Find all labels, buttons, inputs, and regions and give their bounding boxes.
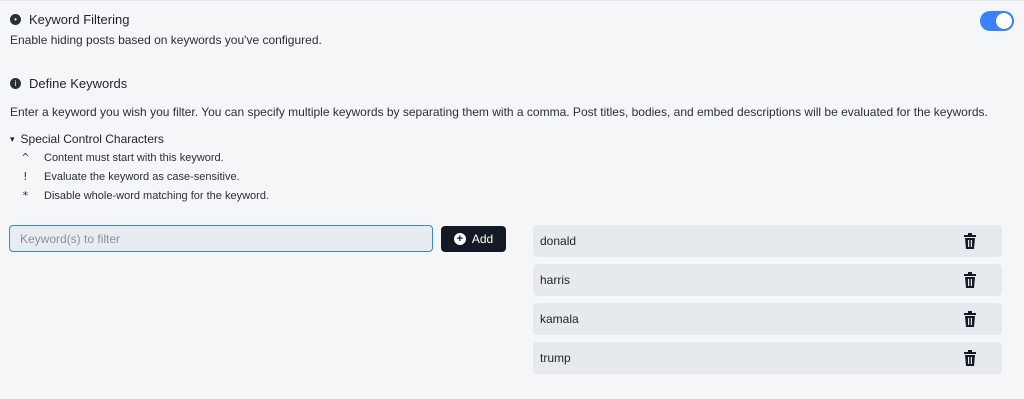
define-keywords-title: Define Keywords (29, 76, 128, 91)
keyword-filtering-section: • Keyword Filtering Enable hiding posts … (10, 12, 322, 47)
info-icon: • (10, 14, 21, 25)
top-divider (0, 0, 1024, 5)
toggle-knob (996, 13, 1012, 29)
special-char-row: * Disable whole-word matching for the ke… (20, 186, 1014, 205)
define-keywords-description: Enter a keyword you wish you filter. You… (10, 105, 988, 119)
keyword-filtering-title: Keyword Filtering (29, 12, 130, 27)
keyword-item: harris (533, 264, 1002, 296)
special-char-text: Evaluate the keyword as case-sensitive. (44, 170, 240, 183)
add-keyword-button[interactable]: + Add (441, 226, 506, 252)
special-char-row: ! Evaluate the keyword as case-sensitive… (20, 167, 1014, 186)
keyword-filtering-description: Enable hiding posts based on keywords yo… (10, 33, 322, 47)
keyword-input[interactable] (9, 225, 433, 252)
define-keywords-section: i Define Keywords Enter a keyword you wi… (10, 76, 1014, 205)
keyword-text: donald (540, 234, 577, 248)
keyword-list: donald harris kamala trump (533, 225, 1002, 381)
add-button-label: Add (471, 232, 494, 246)
special-char-symbol: * (22, 189, 29, 202)
special-char-text: Content must start with this keyword. (44, 151, 224, 164)
trash-icon[interactable] (964, 272, 976, 288)
special-char-symbol: ^ (22, 151, 29, 164)
special-characters-list: ^ Content must start with this keyword. … (10, 148, 1014, 205)
keyword-text: trump (540, 351, 571, 365)
trash-icon[interactable] (964, 233, 976, 249)
special-char-text: Disable whole-word matching for the keyw… (44, 189, 269, 202)
info-icon: i (10, 78, 21, 89)
special-char-symbol: ! (22, 170, 29, 183)
caret-down-icon: ▾ (10, 133, 15, 144)
keyword-text: harris (540, 273, 571, 287)
special-char-row: ^ Content must start with this keyword. (20, 148, 1014, 167)
keyword-filtering-toggle[interactable] (980, 11, 1014, 31)
keyword-text: kamala (540, 312, 579, 326)
keyword-item: donald (533, 225, 1002, 257)
trash-icon[interactable] (964, 350, 976, 366)
special-characters-disclosure[interactable]: ▾ Special Control Characters (10, 132, 1014, 146)
keyword-item: kamala (533, 303, 1002, 335)
plus-circle-icon: + (453, 233, 466, 245)
special-characters-label: Special Control Characters (20, 132, 164, 146)
trash-icon[interactable] (964, 311, 976, 327)
keyword-item: trump (533, 342, 1002, 374)
